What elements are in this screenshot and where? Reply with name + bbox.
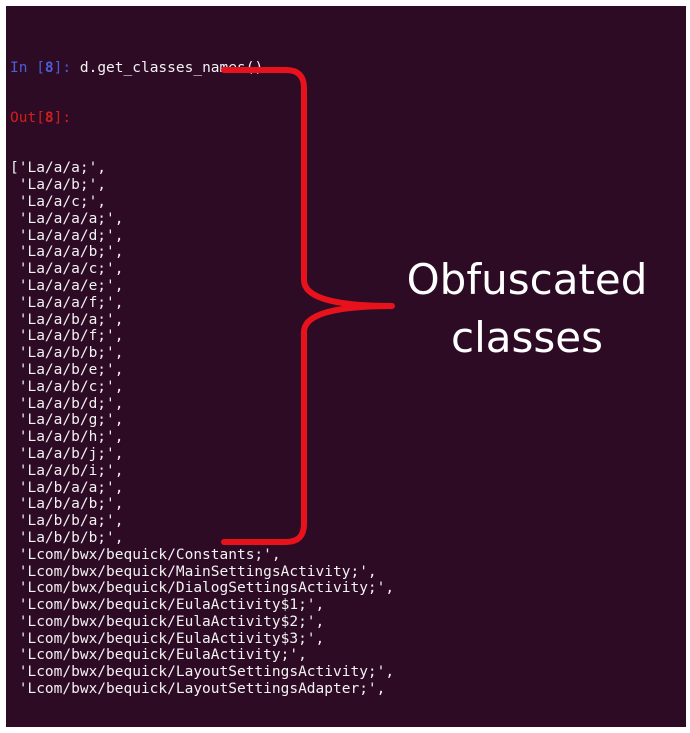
class-name-line: 'Lcom/bwx/bequick/EulaActivity$1;', bbox=[10, 597, 325, 614]
class-name-line: 'Lcom/bwx/bequick/EulaActivity;', bbox=[10, 647, 307, 664]
class-name-line: 'Lcom/bwx/bequick/LayoutSettingsAdapter;… bbox=[10, 681, 386, 698]
terminal-window: In [8]: d.get_classes_names() Out[8]: ['… bbox=[6, 6, 686, 727]
annotation-label: Obfuscated classes bbox=[388, 251, 666, 367]
in-prompt: In [8]: bbox=[10, 59, 80, 76]
class-name-line: 'Lcom/bwx/bequick/Constants;', bbox=[10, 546, 281, 563]
annotation-line-2: classes bbox=[451, 313, 603, 362]
class-name-line: 'Lcom/bwx/bequick/LayoutSettingsActivity… bbox=[10, 664, 395, 681]
class-name-line: 'Lcom/bwx/bequick/DialogSettingsActivity… bbox=[10, 580, 395, 597]
out-prompt: Out[8]: bbox=[10, 109, 72, 126]
class-name-line: 'Lcom/bwx/bequick/MainSettingsActivity;'… bbox=[10, 563, 377, 580]
class-name-line: 'Lcom/bwx/bequick/EulaActivity$2;', bbox=[10, 613, 325, 630]
curly-brace-icon bbox=[221, 67, 395, 545]
class-name-line: 'Lcom/bwx/bequick/EulaActivity$3;', bbox=[10, 630, 325, 647]
annotation-line-1: Obfuscated bbox=[406, 255, 648, 304]
